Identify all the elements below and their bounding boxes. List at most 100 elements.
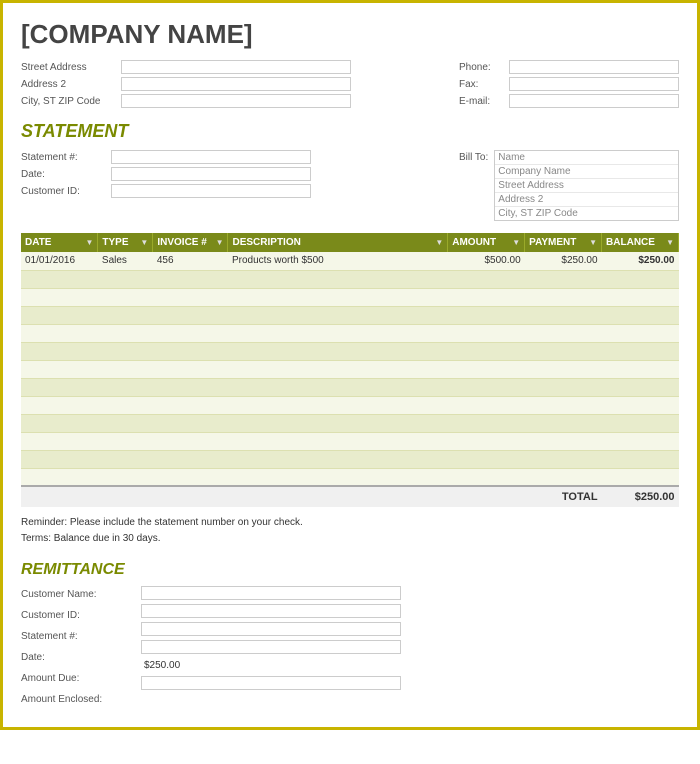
table-row (21, 414, 679, 432)
remittance-amount-enclosed-label: Amount Enclosed: (21, 690, 141, 710)
cell-description (228, 270, 448, 288)
statement-number-input[interactable] (111, 150, 311, 164)
cell-balance (602, 396, 679, 414)
table-header-row: DATE▼ TYPE▼ INVOICE #▼ DESCRIPTION▼ AMOU… (21, 233, 679, 252)
cell-type (98, 360, 153, 378)
cell-type (98, 342, 153, 360)
remittance-statement-number-row (141, 621, 401, 637)
cell-balance (602, 378, 679, 396)
cell-invoice (153, 432, 228, 450)
cell-type (98, 414, 153, 432)
address2-label: Address 2 (21, 79, 121, 90)
table-row (21, 342, 679, 360)
cell-payment (525, 360, 602, 378)
cell-amount (448, 432, 525, 450)
cell-date (21, 450, 98, 468)
remittance-section: Customer Name: Customer ID: Statement #:… (21, 585, 679, 711)
total-spacer (21, 486, 525, 507)
cell-type (98, 468, 153, 486)
page: [COMPANY NAME] Street Address Address 2 … (0, 0, 700, 730)
cell-invoice: 456 (153, 252, 228, 270)
remittance-amount-due-row: $250.00 (141, 657, 401, 673)
table-body: 01/01/2016Sales456Products worth $500$50… (21, 252, 679, 486)
cell-type (98, 270, 153, 288)
cell-date (21, 306, 98, 324)
cell-payment (525, 342, 602, 360)
date-label: Date: (21, 169, 111, 180)
col-header-date[interactable]: DATE▼ (21, 233, 98, 252)
cell-invoice (153, 468, 228, 486)
cell-invoice (153, 360, 228, 378)
cell-balance (602, 342, 679, 360)
cell-date (21, 360, 98, 378)
col-header-description[interactable]: DESCRIPTION▼ (228, 233, 448, 252)
table-row (21, 468, 679, 486)
cell-description (228, 396, 448, 414)
cell-payment (525, 378, 602, 396)
cell-balance (602, 432, 679, 450)
cell-amount (448, 360, 525, 378)
cell-invoice (153, 342, 228, 360)
meta-left: Statement #: Date: Customer ID: (21, 150, 439, 221)
cell-date (21, 378, 98, 396)
remittance-statement-number-input[interactable] (141, 622, 401, 636)
header-section: Street Address Address 2 City, ST ZIP Co… (21, 60, 679, 111)
sort-arrow-description: ▼ (435, 238, 443, 247)
total-row: TOTAL $250.00 (21, 486, 679, 507)
col-header-amount[interactable]: AMOUNT▼ (448, 233, 525, 252)
date-input[interactable] (111, 167, 311, 181)
sort-arrow-date: ▼ (85, 238, 93, 247)
table-row (21, 306, 679, 324)
street-address-input[interactable] (121, 60, 351, 74)
customer-id-row: Customer ID: (21, 184, 439, 198)
customer-id-input[interactable] (111, 184, 311, 198)
remittance-customer-name-input[interactable] (141, 586, 401, 600)
cell-invoice (153, 378, 228, 396)
table-row (21, 324, 679, 342)
remittance-labels: Customer Name: Customer ID: Statement #:… (21, 585, 141, 711)
cell-payment: $250.00 (525, 252, 602, 270)
cell-amount (448, 288, 525, 306)
cell-payment (525, 396, 602, 414)
col-header-balance[interactable]: BALANCE▼ (602, 233, 679, 252)
cell-invoice (153, 288, 228, 306)
col-header-type[interactable]: TYPE▼ (98, 233, 153, 252)
company-name: [COMPANY NAME] (21, 19, 679, 50)
cell-type (98, 306, 153, 324)
cell-type: Sales (98, 252, 153, 270)
col-header-invoice[interactable]: INVOICE #▼ (153, 233, 228, 252)
meta-section: Statement #: Date: Customer ID: Bill To:… (21, 150, 679, 221)
city-state-zip-label: City, ST ZIP Code (21, 96, 121, 107)
cell-amount (448, 396, 525, 414)
cell-type (98, 378, 153, 396)
cell-description (228, 432, 448, 450)
bill-to-address2: Address 2 (495, 193, 678, 207)
city-state-zip-input[interactable] (121, 94, 351, 108)
email-input[interactable] (509, 94, 679, 108)
cell-date (21, 324, 98, 342)
cell-amount (448, 324, 525, 342)
remittance-customer-id-input[interactable] (141, 604, 401, 618)
remittance-customer-id-label: Customer ID: (21, 606, 141, 626)
cell-description: Products worth $500 (228, 252, 448, 270)
remittance-date-row (141, 639, 401, 655)
cell-type (98, 324, 153, 342)
cell-balance (602, 450, 679, 468)
col-header-payment[interactable]: PAYMENT▼ (525, 233, 602, 252)
phone-input[interactable] (509, 60, 679, 74)
bill-to-street: Street Address (495, 179, 678, 193)
remittance-amount-enclosed-row (141, 675, 401, 691)
remittance-date-input[interactable] (141, 640, 401, 654)
cell-type (98, 432, 153, 450)
cell-payment (525, 432, 602, 450)
remittance-amount-enclosed-input[interactable] (141, 676, 401, 690)
cell-date: 01/01/2016 (21, 252, 98, 270)
cell-balance (602, 414, 679, 432)
statement-number-label: Statement #: (21, 152, 111, 163)
address2-input[interactable] (121, 77, 351, 91)
cell-description (228, 324, 448, 342)
cell-description (228, 288, 448, 306)
cell-balance (602, 468, 679, 486)
fax-input[interactable] (509, 77, 679, 91)
cell-description (228, 378, 448, 396)
